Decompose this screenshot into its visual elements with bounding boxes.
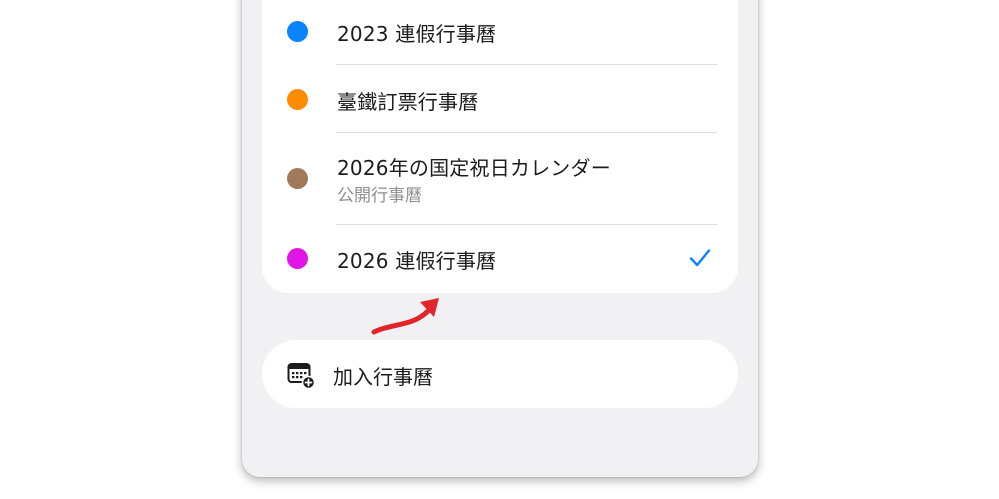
calendar-title: 2023 連假行事曆	[337, 22, 497, 46]
calendar-add-icon	[287, 363, 315, 389]
calendar-color-dot	[287, 21, 308, 42]
checkmark-icon	[689, 249, 711, 267]
calendar-row-2026-holidays[interactable]: 2026 連假行事曆	[262, 225, 738, 293]
calendar-color-dot	[287, 89, 308, 110]
calendar-row-2023-holidays[interactable]: 2023 連假行事曆	[262, 0, 738, 64]
calendar-subtitle: 公開行事曆	[337, 186, 422, 206]
calendar-title: 2026年の国定祝日カレンダー	[337, 156, 611, 180]
calendar-title: 臺鐵訂票行事曆	[337, 90, 479, 114]
calendar-title: 2026 連假行事曆	[337, 249, 497, 273]
add-calendar-button[interactable]: 加入行事曆	[262, 340, 738, 408]
calendar-color-dot	[287, 248, 308, 269]
calendar-color-dot	[287, 168, 308, 189]
calendar-row-tra-booking[interactable]: 臺鐵訂票行事曆	[262, 65, 738, 132]
add-calendar-label: 加入行事曆	[333, 365, 433, 389]
annotation-arrow-icon	[371, 298, 439, 335]
calendar-list: 2023 連假行事曆 臺鐵訂票行事曆 2026年の国定祝日カレンダー 公開行事曆…	[262, 0, 738, 293]
calendar-picker-sheet: 2023 連假行事曆 臺鐵訂票行事曆 2026年の国定祝日カレンダー 公開行事曆…	[242, 0, 758, 477]
calendar-row-japan-holidays-2026[interactable]: 2026年の国定祝日カレンダー 公開行事曆	[262, 133, 738, 224]
